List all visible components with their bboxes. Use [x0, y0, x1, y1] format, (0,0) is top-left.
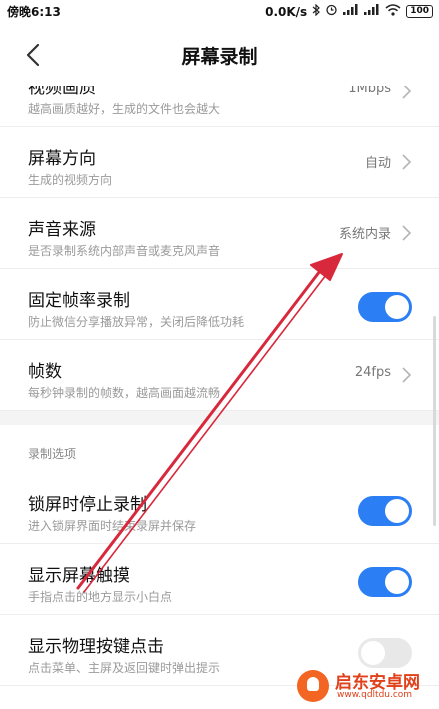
setting-value: 24fps: [354, 365, 391, 380]
stop-on-lock-toggle[interactable]: [358, 496, 412, 526]
setting-title: 帧数: [28, 362, 62, 382]
settings-list[interactable]: 视频画质 越高画质越好，生成的文件也会越大 1Mbps 屏幕方向 生成的视频方向…: [0, 86, 439, 709]
setting-subtitle: 点击菜单、主屏及返回键时弹出提示: [28, 661, 221, 675]
setting-subtitle: 每秒钟录制的帧数，越高画面越流畅: [28, 386, 221, 400]
scrollbar[interactable]: [433, 316, 436, 526]
status-bar: 傍晚6:13 0.0K/s 100: [0, 0, 439, 24]
chevron-right-icon: [402, 86, 412, 99]
section-header: 录制选项: [0, 425, 439, 473]
alarm-icon: [325, 3, 338, 20]
fixed-framerate-toggle[interactable]: [358, 292, 412, 322]
chevron-right-icon: [402, 225, 412, 241]
app-header: 屏幕录制: [0, 24, 439, 86]
setting-fixed-framerate[interactable]: 固定帧率录制 防止微信分享播放异常，关闭后降低功耗: [0, 269, 439, 340]
setting-subtitle: 防止微信分享播放异常，关闭后降低功耗: [28, 315, 245, 329]
setting-subtitle: 越高画质越好，生成的文件也会越大: [28, 102, 221, 116]
setting-stop-on-lock[interactable]: 锁屏时停止录制 进入锁屏界面时结束录屏并保存: [0, 473, 439, 544]
setting-value: 自动: [364, 156, 391, 171]
signal-icon: [364, 4, 380, 19]
watermark-url: www.qdltdu.com: [337, 690, 413, 700]
chevron-right-icon: [402, 154, 412, 170]
setting-frame-rate[interactable]: 帧数 每秒钟录制的帧数，越高画面越流畅 24fps: [0, 340, 439, 411]
setting-title: 锁屏时停止录制: [28, 495, 147, 515]
toggle-knob: [385, 295, 409, 319]
watermark-icon: [297, 670, 329, 702]
battery-icon: 100: [406, 5, 433, 18]
toggle-knob: [385, 570, 409, 594]
network-speed: 0.0K/s: [265, 4, 308, 19]
setting-title: 固定帧率录制: [28, 291, 130, 311]
setting-value: 1Mbps: [348, 86, 391, 96]
setting-screen-orientation[interactable]: 屏幕方向 生成的视频方向 自动: [0, 127, 439, 198]
page-title: 屏幕录制: [181, 46, 258, 68]
toggle-knob: [385, 499, 409, 523]
setting-value: 系统内录: [338, 227, 391, 242]
setting-video-quality[interactable]: 视频画质 越高画质越好，生成的文件也会越大 1Mbps: [0, 86, 439, 127]
setting-title: 视频画质: [28, 86, 96, 98]
setting-subtitle: 手指点击的地方显示小白点: [28, 590, 173, 604]
chevron-right-icon: [402, 367, 412, 383]
setting-subtitle: 是否录制系统内部声音或麦克风声音: [28, 244, 221, 258]
show-touches-toggle[interactable]: [358, 567, 412, 597]
signal-icon: [343, 4, 359, 19]
setting-title: 屏幕方向: [28, 149, 96, 169]
settings-scroll: 视频画质 越高画质越好，生成的文件也会越大 1Mbps 屏幕方向 生成的视频方向…: [0, 86, 439, 686]
status-icons: 0.0K/s 100: [265, 3, 433, 20]
setting-title: 声音来源: [28, 220, 96, 240]
setting-audio-source[interactable]: 声音来源 是否录制系统内部声音或麦克风声音 系统内录: [0, 198, 439, 269]
setting-title: 显示屏幕触摸: [28, 566, 130, 586]
show-key-clicks-toggle[interactable]: [358, 638, 412, 668]
section-divider: [0, 411, 439, 425]
wifi-icon: [385, 3, 401, 20]
setting-subtitle: 进入锁屏界面时结束录屏并保存: [28, 519, 197, 533]
setting-title: 显示物理按键点击: [28, 637, 164, 657]
toggle-knob: [361, 641, 385, 665]
setting-subtitle: 生成的视频方向: [28, 173, 113, 187]
bluetooth-icon: [312, 3, 321, 20]
watermark-logo: 启东安卓网 www.qdltdu.com: [295, 667, 435, 705]
status-time: 傍晚6:13: [7, 5, 61, 19]
setting-show-touches[interactable]: 显示屏幕触摸 手指点击的地方显示小白点: [0, 544, 439, 615]
section-title: 录制选项: [28, 447, 77, 461]
